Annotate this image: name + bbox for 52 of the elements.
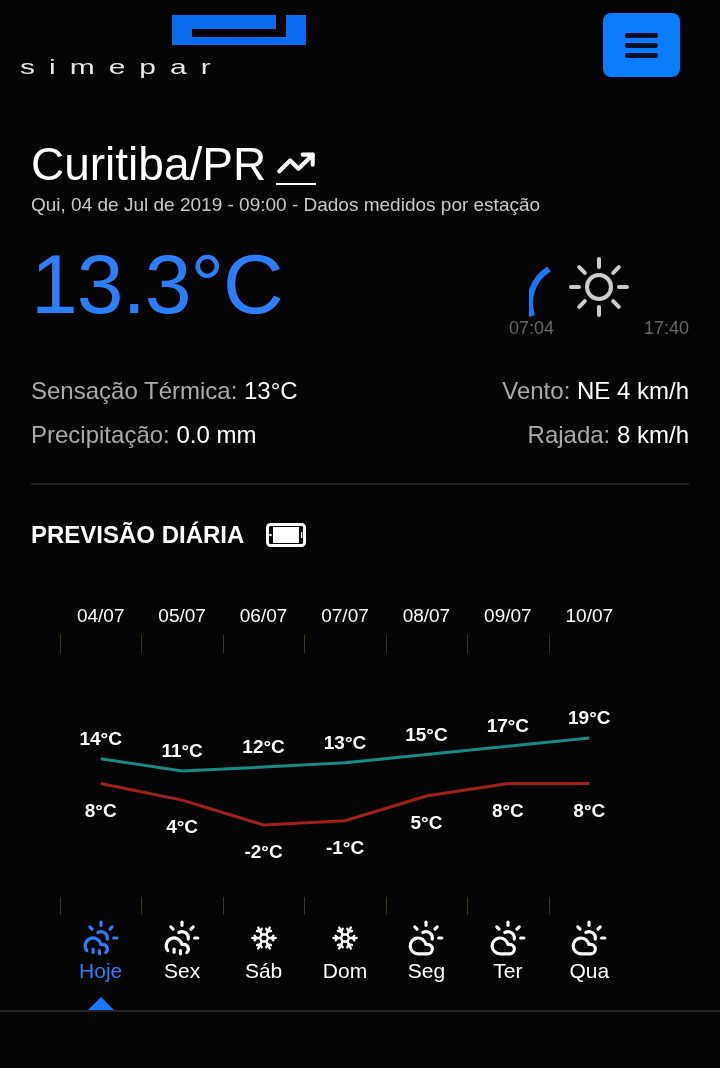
selected-indicator-icon <box>87 997 114 1010</box>
cloud-sun-icon <box>407 919 446 957</box>
rain-cloud-sun-icon <box>81 919 120 957</box>
date-label: 08/07 <box>401 605 452 627</box>
logo-text: simepar <box>20 56 225 77</box>
sunset-time: 17:40 <box>643 318 689 339</box>
day-tab[interactable]: Sex <box>163 915 202 983</box>
min-temperature-label: 8°C <box>84 799 117 821</box>
weather-detail: Sensação Térmica: 13°C <box>31 377 299 405</box>
min-temperature-label: 4°C <box>166 816 199 838</box>
min-temperature-label: -1°C <box>325 836 365 858</box>
cloud-sun-icon <box>488 919 527 957</box>
sun-icon <box>567 256 630 318</box>
max-temperature-label: 11°C <box>161 740 203 762</box>
day-tab[interactable]: Ter <box>488 915 527 983</box>
date-subtitle: Qui, 04 de Jul de 2019 - 09:00 - Dados medidos por estação <box>31 194 542 216</box>
snowflake-icon <box>249 924 278 952</box>
section-title: PREVISÃO DIÁRIA <box>31 521 245 549</box>
current-temperature: 13.3°C <box>31 242 283 326</box>
date-label: 06/07 <box>238 605 289 627</box>
sunrise-time: 07:04 <box>508 318 554 339</box>
rain-cloud-sun-icon <box>163 919 202 957</box>
max-temperature-label: 17°C <box>486 715 530 737</box>
weather-detail: Vento: NE 4 km/h <box>501 377 689 405</box>
max-temperature-label: 12°C <box>242 736 285 757</box>
max-temperature-label: 13°C <box>323 731 367 753</box>
date-label: 04/07 <box>75 605 126 627</box>
day-tab[interactable]: Seg <box>407 915 446 983</box>
city-title: Curitiba/PR <box>31 138 267 190</box>
date-label: 09/07 <box>483 605 533 627</box>
min-temperature-label: -2°C <box>244 840 283 862</box>
day-tab[interactable]: Hoje <box>79 915 123 983</box>
max-temperature-label: 19°C <box>568 707 611 728</box>
date-label: 10/07 <box>564 605 615 627</box>
snowflake-icon <box>331 924 359 952</box>
min-temperature-label: 5°C <box>410 811 443 833</box>
menu-button[interactable] <box>603 13 680 77</box>
day-tab[interactable]: Qua <box>569 915 610 983</box>
cloud-sun-icon <box>570 919 609 957</box>
daylight-arc <box>528 266 553 318</box>
day-tab[interactable]: Dom <box>322 915 368 983</box>
min-temperature-label: 8°C <box>491 799 524 821</box>
max-temperature-label: 14°C <box>79 727 122 749</box>
date-label: 07/07 <box>320 605 370 627</box>
weather-detail: Precipitação: 0.0 mm <box>31 421 258 449</box>
phone-landscape-icon[interactable] <box>266 523 307 547</box>
date-label: 05/07 <box>157 605 207 627</box>
weather-detail: Rajada: 8 km/h <box>526 421 689 449</box>
day-tab[interactable]: Sáb <box>244 915 283 983</box>
min-temperature-label: 8°C <box>573 799 606 821</box>
max-temperature-label: 15°C <box>405 723 448 745</box>
logo-block-icon <box>172 15 306 45</box>
